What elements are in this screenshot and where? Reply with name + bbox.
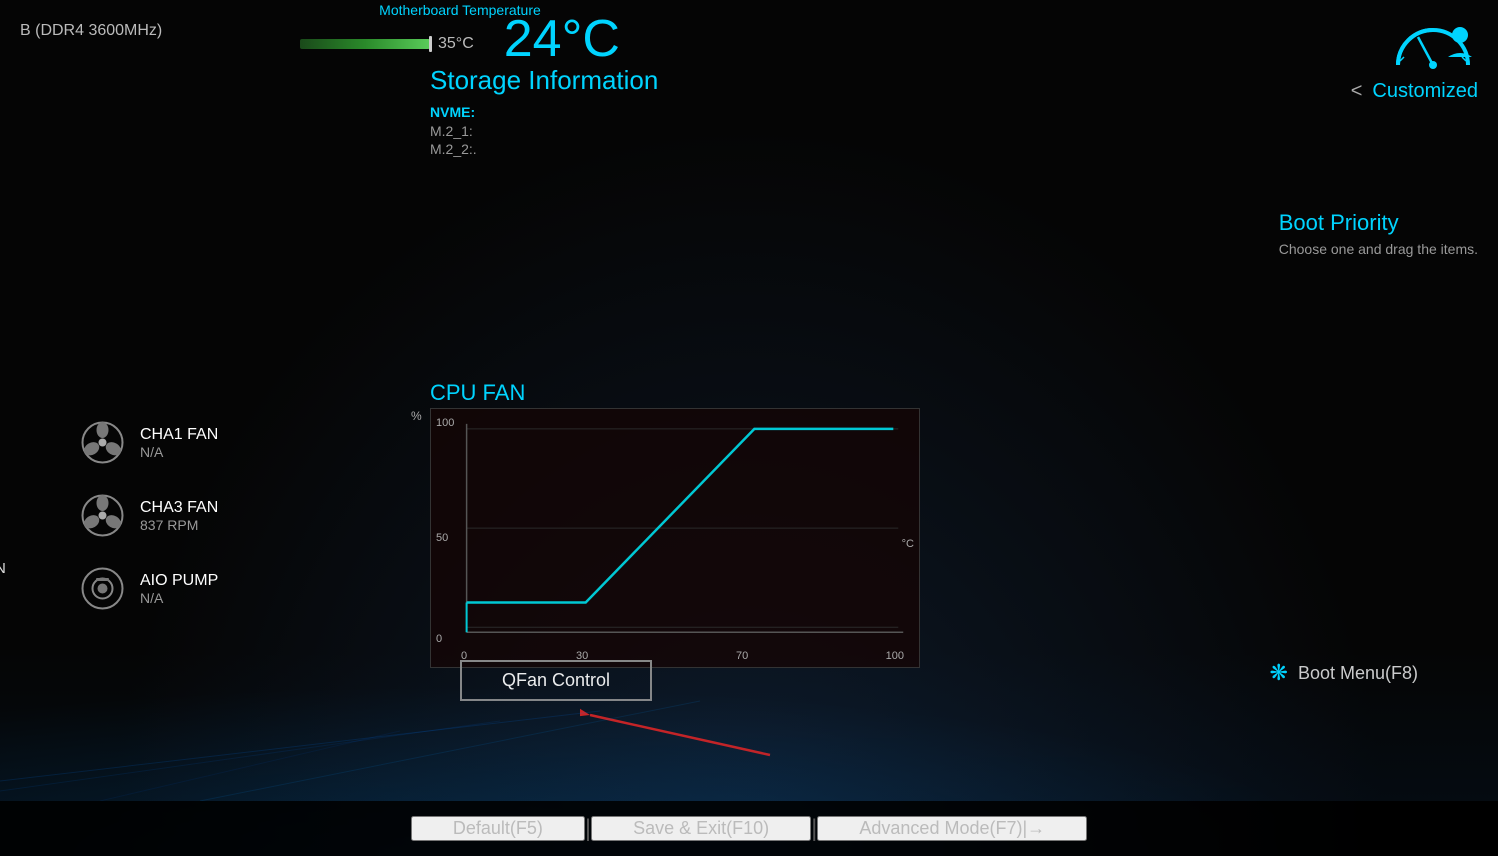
boot-menu: ❋ Boot Menu(F8) <box>1270 660 1419 686</box>
customized-label: Customized <box>1372 80 1478 103</box>
main-content: B (DDR4 3600MHz) Motherboard Temperature… <box>0 0 1498 856</box>
qfan-control-button[interactable]: QFan Control <box>460 660 652 701</box>
storage-section: Storage Information NVME: M.2_1: M.2_2:. <box>430 65 658 159</box>
fan-value-cha1: N/A <box>140 444 218 460</box>
fan-name-cha1: CHA1 FAN <box>140 426 218 444</box>
boot-priority-subtitle: Choose one and drag the items. <box>1279 241 1478 257</box>
boot-priority-title: Boot Priority <box>1279 210 1478 236</box>
red-arrow <box>580 700 780 765</box>
fan-item-cha3: CHA3 FAN 837 RPM <box>80 493 218 538</box>
boot-menu-label[interactable]: Boot Menu(F8) <box>1298 663 1418 684</box>
cpu-temp-value: 35°C <box>438 35 474 53</box>
left-edge-label: N <box>0 560 6 577</box>
save-exit-button[interactable]: Save & Exit(F10) <box>591 816 811 841</box>
nvme-label: NVME: <box>430 104 658 120</box>
fan-item-aio: AIO PUMP N/A <box>80 566 218 611</box>
m2-2-label: M.2_2:. <box>430 141 658 157</box>
bottom-bar: Default(F5) | Save & Exit(F10) | Advance… <box>0 801 1498 856</box>
fan-info-cha1: CHA1 FAN N/A <box>140 426 218 460</box>
gauge-icon <box>1388 15 1478 75</box>
mb-temp-value: 24°C <box>504 13 620 65</box>
top-right: < Customized <box>1351 10 1478 103</box>
fan-icon-cha1 <box>80 420 125 465</box>
boot-menu-icon: ❋ <box>1270 660 1288 686</box>
customized-row: < Customized <box>1351 80 1478 103</box>
fan-icon-cha3 <box>80 493 125 538</box>
advanced-mode-button[interactable]: Advanced Mode(F7)|→ <box>817 816 1087 841</box>
fan-name-aio: AIO PUMP <box>140 572 218 590</box>
fan-value-aio: N/A <box>140 590 218 606</box>
fan-icon-aio <box>80 566 125 611</box>
storage-title: Storage Information <box>430 65 658 96</box>
fan-section: CHA1 FAN N/A CHA3 FAN 837 RPM <box>80 420 218 639</box>
fan-item-cha1: CHA1 FAN N/A <box>80 420 218 465</box>
cpu-fan-section: CPU FAN % 100 50 0 0 30 70 100 °C <box>430 380 920 668</box>
top-bar: B (DDR4 3600MHz) Motherboard Temperature… <box>0 0 1498 60</box>
fan-info-cha3: CHA3 FAN 837 RPM <box>140 499 218 533</box>
chart-y-label: % <box>411 409 422 423</box>
cpu-fan-chart: % 100 50 0 0 30 70 100 °C <box>430 408 920 668</box>
chevron-left-icon[interactable]: < <box>1351 80 1363 103</box>
fan-value-cha3: 837 RPM <box>140 517 218 533</box>
m2-1-label: M.2_1: <box>430 123 658 139</box>
fan-info-aio: AIO PUMP N/A <box>140 572 218 606</box>
default-button[interactable]: Default(F5) <box>411 816 585 841</box>
cpu-fan-title: CPU FAN <box>430 380 920 406</box>
red-arrow-svg <box>580 700 780 760</box>
memory-label: B (DDR4 3600MHz) <box>20 10 162 40</box>
fan-name-cha3: CHA3 FAN <box>140 499 218 517</box>
boot-priority-section: Boot Priority Choose one and drag the it… <box>1279 210 1478 257</box>
cpu-fan-chart-svg <box>431 409 919 667</box>
